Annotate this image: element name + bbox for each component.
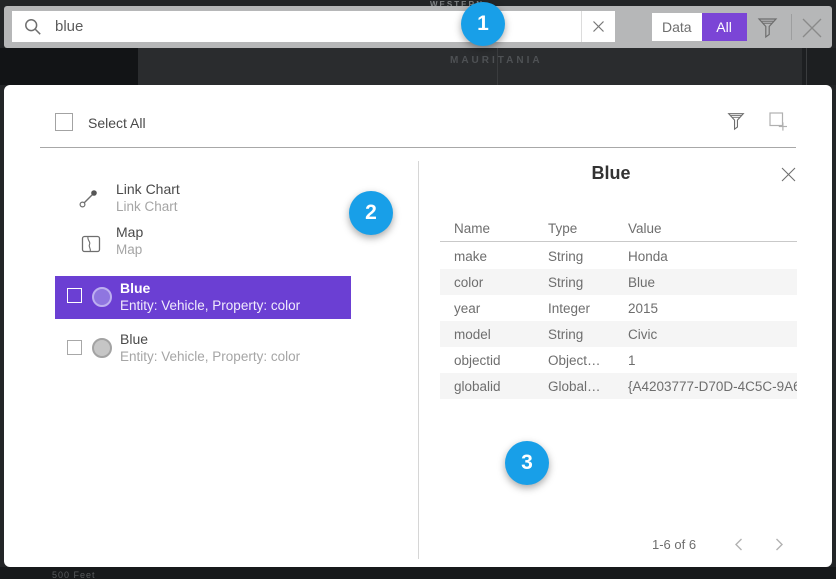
result-subtitle: Map	[116, 241, 336, 258]
result-subtitle: Link Chart	[116, 198, 336, 215]
cell-value: Blue	[628, 275, 797, 290]
entity-circle-icon	[92, 287, 112, 307]
result-item-blue[interactable]: Blue Entity: Vehicle, Property: color	[55, 330, 351, 373]
result-title: Link Chart	[116, 181, 336, 198]
map-scale-label: 500 Feet	[52, 570, 96, 579]
toolbar-divider	[791, 14, 792, 40]
map-background: MAURITANIA	[0, 48, 836, 85]
result-subtitle: Entity: Vehicle, Property: color	[120, 297, 345, 314]
link-chart-icon	[78, 187, 100, 209]
toggle-all[interactable]: All	[702, 13, 747, 41]
list-detail-divider	[418, 161, 419, 559]
search-results-panel: Select All Link Chart Link Chart	[4, 85, 832, 567]
detail-title: Blue	[418, 163, 804, 184]
annotation-badge-3: 3	[505, 441, 549, 485]
cell-name: make	[454, 249, 548, 264]
cell-value: 1	[628, 353, 797, 368]
pagination-label: 1-6 of 6	[652, 537, 696, 552]
search-toolbar: Data All	[4, 6, 832, 48]
filter-icon[interactable]	[727, 111, 745, 136]
result-subtitle: Entity: Vehicle, Property: color	[120, 348, 345, 365]
cell-name: color	[454, 275, 548, 290]
add-to-selection-icon[interactable]	[768, 111, 788, 136]
result-item-blue-selected[interactable]: Blue Entity: Vehicle, Property: color	[55, 276, 351, 319]
cell-type: Integer	[548, 301, 628, 316]
table-row: globalid Global… {A4203777-D70D-4C5C-9A6…	[440, 373, 797, 399]
cell-name: globalid	[454, 379, 548, 394]
result-checkbox[interactable]	[67, 288, 82, 303]
result-title: Blue	[120, 280, 345, 297]
table-row: objectid Object… 1	[440, 347, 797, 373]
result-checkbox[interactable]	[67, 340, 82, 355]
result-title: Map	[116, 224, 336, 241]
map-icon	[81, 234, 101, 254]
cell-name: objectid	[454, 353, 548, 368]
cell-value: Civic	[628, 327, 797, 342]
column-header: Name	[454, 221, 548, 236]
cell-type: String	[548, 327, 628, 342]
map-label-mauritania: MAURITANIA	[450, 55, 543, 66]
select-all-checkbox[interactable]	[55, 113, 73, 131]
table-row: model String Civic	[440, 321, 797, 347]
toggle-data[interactable]: Data	[652, 13, 702, 41]
cell-type: String	[548, 275, 628, 290]
search-icon	[24, 18, 42, 36]
select-all-label: Select All	[88, 115, 146, 131]
close-detail-icon[interactable]	[780, 166, 797, 188]
cell-name: year	[454, 301, 548, 316]
column-header: Value	[628, 221, 797, 236]
panel-divider	[40, 147, 796, 148]
cell-name: model	[454, 327, 548, 342]
search-box	[12, 11, 615, 42]
map-border-line	[806, 48, 807, 85]
cell-type: String	[548, 249, 628, 264]
cell-type: Global…	[548, 379, 628, 394]
table-header-row: Name Type Value	[440, 215, 797, 241]
previous-page-icon[interactable]	[733, 537, 745, 557]
scope-toggle: Data All	[652, 13, 747, 41]
filter-icon[interactable]	[757, 16, 778, 44]
app-window: WESTERN MAURITANIA 500 Feet Data All	[0, 0, 836, 579]
map-landmass	[0, 48, 138, 85]
table-row: color String Blue	[440, 269, 797, 295]
annotation-badge-2: 2	[349, 191, 393, 235]
cell-value: 2015	[628, 301, 797, 316]
table-row: year Integer 2015	[440, 295, 797, 321]
table-divider	[440, 241, 797, 242]
cell-value: {A4203777-D70D-4C5C-9A65-C…	[628, 379, 797, 394]
table-row: make String Honda	[440, 243, 797, 269]
map-border-line	[497, 48, 498, 85]
cell-value: Honda	[628, 249, 797, 264]
next-page-icon[interactable]	[773, 537, 785, 557]
attribute-table: Name Type Value make String Honda color …	[440, 215, 797, 399]
result-title: Blue	[120, 331, 345, 348]
close-search-icon[interactable]	[799, 15, 825, 46]
clear-search-button[interactable]	[581, 11, 615, 42]
map-background-bottom: 500 Feet	[0, 567, 836, 579]
close-icon	[592, 20, 605, 33]
column-header: Type	[548, 221, 628, 236]
entity-circle-icon	[92, 338, 112, 358]
cell-type: Object…	[548, 353, 628, 368]
map-landmass	[802, 48, 836, 85]
annotation-badge-1: 1	[461, 2, 505, 46]
